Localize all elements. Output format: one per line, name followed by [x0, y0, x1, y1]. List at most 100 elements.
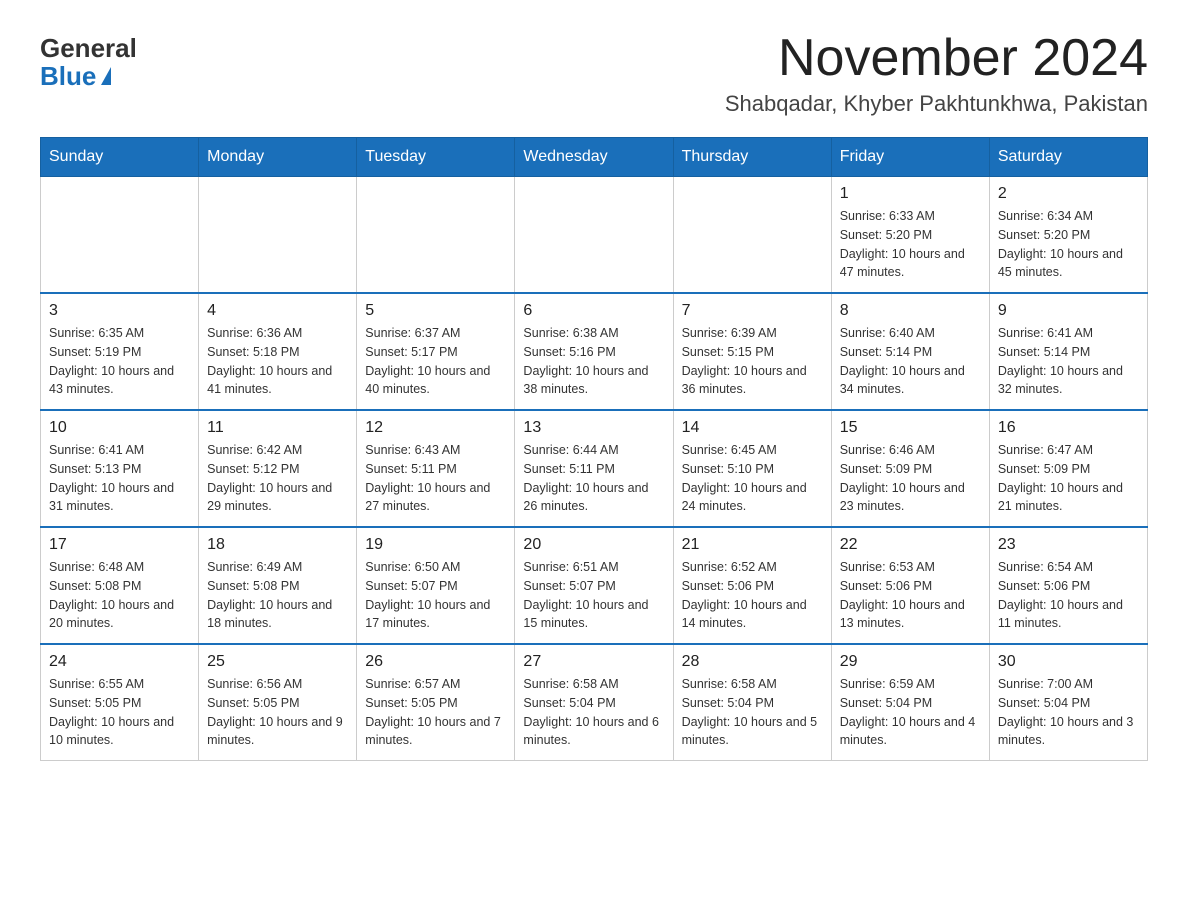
logo-triangle-icon — [101, 67, 111, 85]
day-info: Sunrise: 6:38 AMSunset: 5:16 PMDaylight:… — [523, 324, 664, 399]
day-number: 21 — [682, 536, 823, 554]
title-area: November 2024 Shabqadar, Khyber Pakhtunk… — [725, 30, 1148, 117]
calendar-cell — [199, 177, 357, 294]
calendar-cell: 30 Sunrise: 7:00 AMSunset: 5:04 PMDayligh… — [989, 644, 1147, 761]
weekday-header-thursday: Thursday — [673, 138, 831, 177]
calendar-cell — [357, 177, 515, 294]
day-number: 23 — [998, 536, 1139, 554]
day-info: Sunrise: 6:42 AMSunset: 5:12 PMDaylight:… — [207, 441, 348, 516]
day-number: 12 — [365, 419, 506, 437]
calendar-cell: 9Sunrise: 6:41 AMSunset: 5:14 PMDaylight… — [989, 293, 1147, 410]
day-info: Sunrise: 6:50 AMSunset: 5:07 PMDaylight:… — [365, 558, 506, 633]
day-info: Sunrise: 6:49 AMSunset: 5:08 PMDaylight:… — [207, 558, 348, 633]
day-number: 5 — [365, 302, 506, 320]
day-number: 14 — [682, 419, 823, 437]
calendar-week-row: 10Sunrise: 6:41 AMSunset: 5:13 PMDayligh… — [41, 410, 1148, 527]
calendar-cell: 14 Sunrise: 6:45 AMSunset: 5:10 PMDayligh… — [673, 410, 831, 527]
weekday-header-tuesday: Tuesday — [357, 138, 515, 177]
day-info: Sunrise: 6:40 AMSunset: 5:14 PMDaylight:… — [840, 324, 981, 399]
day-number: 26 — [365, 653, 506, 671]
calendar-cell: 7 Sunrise: 6:39 AMSunset: 5:15 PMDaylight… — [673, 293, 831, 410]
calendar-cell: 15 Sunrise: 6:46 AMSunset: 5:09 PMDayligh… — [831, 410, 989, 527]
day-info: Sunrise: 6:53 AMSunset: 5:06 PMDaylight:… — [840, 558, 981, 633]
calendar-cell: 4Sunrise: 6:36 AMSunset: 5:18 PMDaylight… — [199, 293, 357, 410]
calendar-cell: 2 Sunrise: 6:34 AMSunset: 5:20 PMDaylight… — [989, 177, 1147, 294]
day-info: Sunrise: 6:58 AMSunset: 5:04 PMDaylight:… — [523, 675, 664, 750]
calendar-cell: 3 Sunrise: 6:35 AMSunset: 5:19 PMDaylight… — [41, 293, 199, 410]
day-number: 24 — [49, 653, 190, 671]
logo-general-text: General — [40, 35, 137, 61]
day-number: 15 — [840, 419, 981, 437]
day-info: Sunrise: 6:47 AMSunset: 5:09 PMDaylight:… — [998, 441, 1139, 516]
day-number: 6 — [523, 302, 664, 320]
day-info: Sunrise: 6:34 AMSunset: 5:20 PMDaylight:… — [998, 207, 1139, 282]
calendar-week-row: 3 Sunrise: 6:35 AMSunset: 5:19 PMDaylight… — [41, 293, 1148, 410]
calendar-cell: 24 Sunrise: 6:55 AMSunset: 5:05 PMDayligh… — [41, 644, 199, 761]
weekday-header-row: SundayMondayTuesdayWednesdayThursdayFrid… — [41, 138, 1148, 177]
weekday-header-wednesday: Wednesday — [515, 138, 673, 177]
calendar-cell — [515, 177, 673, 294]
day-info: Sunrise: 6:56 AMSunset: 5:05 PMDaylight:… — [207, 675, 348, 750]
day-info: Sunrise: 7:00 AMSunset: 5:04 PMDaylight:… — [998, 675, 1139, 750]
weekday-header-friday: Friday — [831, 138, 989, 177]
calendar-cell: 8 Sunrise: 6:40 AMSunset: 5:14 PMDaylight… — [831, 293, 989, 410]
calendar-cell: 6 Sunrise: 6:38 AMSunset: 5:16 PMDaylight… — [515, 293, 673, 410]
weekday-header-monday: Monday — [199, 138, 357, 177]
day-info: Sunrise: 6:45 AMSunset: 5:10 PMDaylight:… — [682, 441, 823, 516]
weekday-header-sunday: Sunday — [41, 138, 199, 177]
calendar-cell: 17 Sunrise: 6:48 AMSunset: 5:08 PMDayligh… — [41, 527, 199, 644]
day-info: Sunrise: 6:52 AMSunset: 5:06 PMDaylight:… — [682, 558, 823, 633]
calendar-table: SundayMondayTuesdayWednesdayThursdayFrid… — [40, 137, 1148, 761]
day-info: Sunrise: 6:39 AMSunset: 5:15 PMDaylight:… — [682, 324, 823, 399]
day-number: 25 — [207, 653, 348, 671]
calendar-cell: 18 Sunrise: 6:49 AMSunset: 5:08 PMDayligh… — [199, 527, 357, 644]
logo-blue-text: Blue — [40, 61, 111, 92]
calendar-cell: 28Sunrise: 6:58 AMSunset: 5:04 PMDayligh… — [673, 644, 831, 761]
day-number: 3 — [49, 302, 190, 320]
weekday-header-saturday: Saturday — [989, 138, 1147, 177]
day-info: Sunrise: 6:36 AMSunset: 5:18 PMDaylight:… — [207, 324, 348, 399]
day-info: Sunrise: 6:41 AMSunset: 5:14 PMDaylight:… — [998, 324, 1139, 399]
day-info: Sunrise: 6:51 AMSunset: 5:07 PMDaylight:… — [523, 558, 664, 633]
day-info: Sunrise: 6:46 AMSunset: 5:09 PMDaylight:… — [840, 441, 981, 516]
calendar-cell: 1Sunrise: 6:33 AMSunset: 5:20 PMDaylight… — [831, 177, 989, 294]
day-number: 7 — [682, 302, 823, 320]
day-number: 29 — [840, 653, 981, 671]
day-number: 17 — [49, 536, 190, 554]
calendar-cell: 27 Sunrise: 6:58 AMSunset: 5:04 PMDayligh… — [515, 644, 673, 761]
calendar-cell: 13 Sunrise: 6:44 AMSunset: 5:11 PMDayligh… — [515, 410, 673, 527]
calendar-cell: 12 Sunrise: 6:43 AMSunset: 5:11 PMDayligh… — [357, 410, 515, 527]
calendar-cell: 5 Sunrise: 6:37 AMSunset: 5:17 PMDaylight… — [357, 293, 515, 410]
day-number: 19 — [365, 536, 506, 554]
day-info: Sunrise: 6:35 AMSunset: 5:19 PMDaylight:… — [49, 324, 190, 399]
day-number: 1 — [840, 185, 981, 203]
day-info: Sunrise: 6:43 AMSunset: 5:11 PMDaylight:… — [365, 441, 506, 516]
calendar-week-row: 17 Sunrise: 6:48 AMSunset: 5:08 PMDayligh… — [41, 527, 1148, 644]
day-info: Sunrise: 6:55 AMSunset: 5:05 PMDaylight:… — [49, 675, 190, 750]
day-number: 11 — [207, 419, 348, 437]
calendar-cell: 25 Sunrise: 6:56 AMSunset: 5:05 PMDayligh… — [199, 644, 357, 761]
day-info: Sunrise: 6:44 AMSunset: 5:11 PMDaylight:… — [523, 441, 664, 516]
day-info: Sunrise: 6:57 AMSunset: 5:05 PMDaylight:… — [365, 675, 506, 750]
calendar-week-row: 24 Sunrise: 6:55 AMSunset: 5:05 PMDayligh… — [41, 644, 1148, 761]
calendar-cell: 19 Sunrise: 6:50 AMSunset: 5:07 PMDayligh… — [357, 527, 515, 644]
day-number: 2 — [998, 185, 1139, 203]
day-info: Sunrise: 6:48 AMSunset: 5:08 PMDaylight:… — [49, 558, 190, 633]
day-info: Sunrise: 6:37 AMSunset: 5:17 PMDaylight:… — [365, 324, 506, 399]
day-number: 27 — [523, 653, 664, 671]
day-number: 8 — [840, 302, 981, 320]
calendar-week-row: 1Sunrise: 6:33 AMSunset: 5:20 PMDaylight… — [41, 177, 1148, 294]
calendar-cell: 22 Sunrise: 6:53 AMSunset: 5:06 PMDayligh… — [831, 527, 989, 644]
day-number: 22 — [840, 536, 981, 554]
calendar-cell: 21 Sunrise: 6:52 AMSunset: 5:06 PMDayligh… — [673, 527, 831, 644]
day-number: 30 — [998, 653, 1139, 671]
day-info: Sunrise: 6:58 AMSunset: 5:04 PMDaylight:… — [682, 675, 823, 750]
day-number: 18 — [207, 536, 348, 554]
day-info: Sunrise: 6:41 AMSunset: 5:13 PMDaylight:… — [49, 441, 190, 516]
month-year-title: November 2024 — [725, 30, 1148, 87]
location-subtitle: Shabqadar, Khyber Pakhtunkhwa, Pakistan — [725, 91, 1148, 117]
day-info: Sunrise: 6:59 AMSunset: 5:04 PMDaylight:… — [840, 675, 981, 750]
calendar-cell: 10Sunrise: 6:41 AMSunset: 5:13 PMDayligh… — [41, 410, 199, 527]
day-number: 13 — [523, 419, 664, 437]
calendar-cell — [673, 177, 831, 294]
